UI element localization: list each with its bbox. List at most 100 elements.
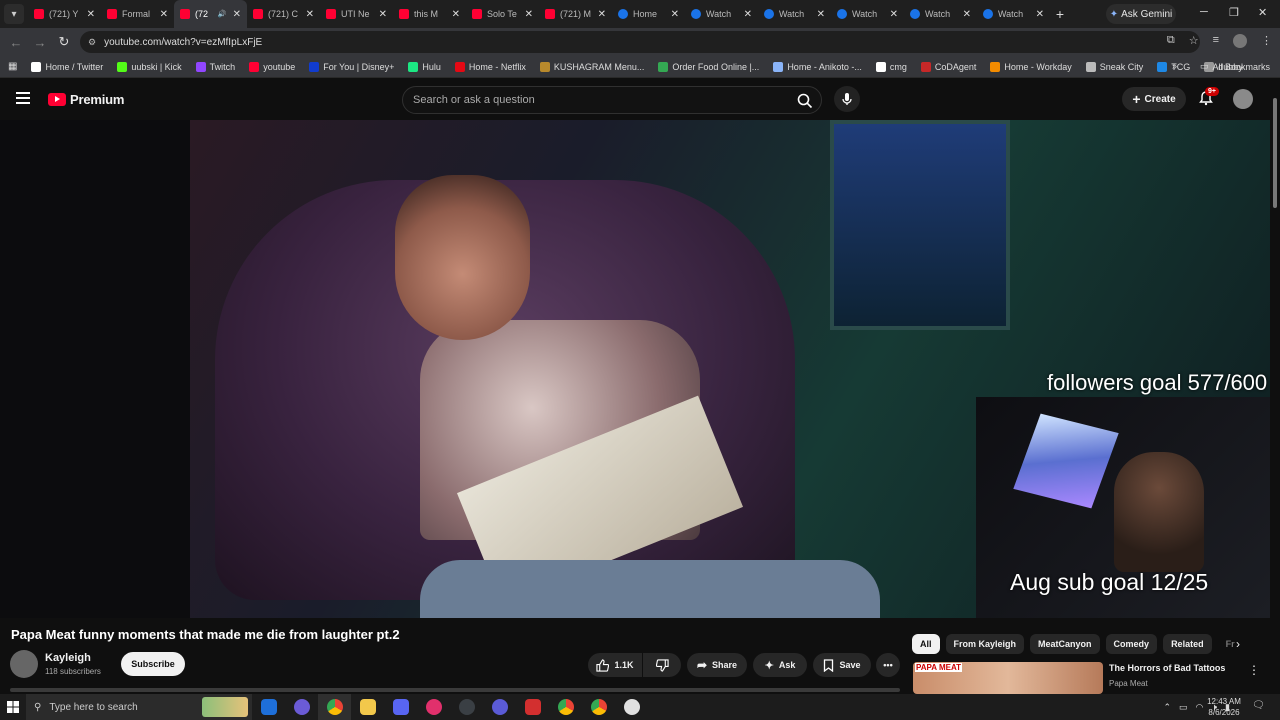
bookmark-item[interactable]: Sneak City xyxy=(1085,61,1143,72)
browser-tab[interactable]: Watch ✕ xyxy=(831,0,904,28)
taskbar-app-2[interactable] xyxy=(285,694,318,720)
notification-center-icon[interactable]: 🗨 xyxy=(1252,700,1265,711)
taskbar-chrome-3[interactable] xyxy=(582,694,615,720)
bookmark-item[interactable]: youtube xyxy=(249,61,295,72)
close-tab-icon[interactable]: ✕ xyxy=(452,9,460,20)
bookmark-item[interactable]: CoDAgent xyxy=(920,61,976,72)
close-tab-icon[interactable]: ✕ xyxy=(963,9,971,20)
like-button[interactable]: 1.1K xyxy=(588,653,642,677)
taskbar-search-input[interactable]: Type here to search xyxy=(49,702,137,713)
start-button[interactable] xyxy=(0,694,26,720)
taskbar-app-6[interactable] xyxy=(417,694,450,720)
more-vertical-icon[interactable]: ⋮ xyxy=(1248,663,1260,677)
progress-bar[interactable] xyxy=(10,688,900,692)
browser-tab[interactable]: (721) C ✕ xyxy=(247,0,320,28)
recommendation-title[interactable]: The Horrors of Bad Tattoos xyxy=(1109,663,1225,673)
search-button[interactable] xyxy=(793,89,817,113)
filter-chip[interactable]: From Kayleigh xyxy=(945,634,1025,654)
browser-tab[interactable]: this M ✕ xyxy=(393,0,466,28)
chevron-up-icon[interactable]: ⌃ xyxy=(1163,702,1171,713)
close-tab-icon[interactable]: ✕ xyxy=(671,9,679,20)
bookmark-item[interactable]: Home / Twitter xyxy=(31,61,103,72)
browser-tab[interactable]: Watch ✕ xyxy=(758,0,831,28)
dislike-button[interactable] xyxy=(643,653,681,677)
restore-icon[interactable]: ❐ xyxy=(1229,6,1239,19)
reload-icon[interactable]: ↻ xyxy=(52,34,76,50)
browser-tab[interactable]: Watch ✕ xyxy=(685,0,758,28)
taskbar-chrome[interactable] xyxy=(318,694,351,720)
recommendation-thumbnail[interactable]: PAPA MEAT xyxy=(913,662,1103,694)
bookmark-item[interactable]: Home - Netflix xyxy=(454,61,526,72)
guide-menu-icon[interactable] xyxy=(16,92,30,104)
share-button[interactable]: ➦ Share xyxy=(687,653,747,677)
close-tab-icon[interactable]: ✕ xyxy=(87,9,95,20)
more-actions-button[interactable]: ••• xyxy=(876,653,900,677)
browser-tab[interactable]: (721) Y ✕ xyxy=(28,0,101,28)
taskbar-app-7[interactable] xyxy=(450,694,483,720)
ask-gemini-button[interactable]: ✦ Ask Gemini xyxy=(1106,4,1176,24)
recommendation-channel[interactable]: Papa Meat xyxy=(1109,679,1148,688)
bookmark-item[interactable]: Order Food Online |... xyxy=(658,61,759,72)
media-controls-icon[interactable]: ≡ xyxy=(1213,34,1219,48)
youtube-premium-logo[interactable]: Premium xyxy=(48,92,124,107)
browser-tab[interactable]: UTI Ne ✕ xyxy=(320,0,393,28)
profile-avatar-icon[interactable] xyxy=(1233,34,1247,48)
bookmark-item[interactable]: uubski | Kick xyxy=(117,61,182,72)
bookmark-item[interactable]: cmg xyxy=(875,61,907,72)
site-info-icon[interactable]: ⚙ xyxy=(88,37,96,48)
bookmark-item[interactable]: Home - Workday xyxy=(990,61,1072,72)
bookmark-item[interactable]: Home - Anikoto -... xyxy=(773,61,862,72)
taskbar-chrome-2[interactable] xyxy=(549,694,582,720)
close-tab-icon[interactable]: ✕ xyxy=(1036,9,1044,20)
bookmark-item[interactable]: For You | Disney+ xyxy=(309,61,394,72)
channel-avatar[interactable] xyxy=(10,650,38,678)
close-tab-icon[interactable]: ✕ xyxy=(379,9,387,20)
taskbar-search[interactable]: ⚲ Type here to search xyxy=(26,694,252,720)
close-tab-icon[interactable]: ✕ xyxy=(598,9,606,20)
bookmark-item[interactable]: KUSHAGRAM Menu... xyxy=(539,61,644,72)
subscribe-button[interactable]: Subscribe xyxy=(121,652,185,676)
all-bookmarks-button[interactable]: ▭ All Bookmarks xyxy=(1200,61,1270,72)
close-tab-icon[interactable]: ✕ xyxy=(744,9,752,20)
close-tab-icon[interactable]: ✕ xyxy=(817,9,825,20)
video-player[interactable]: followers goal 577/600 Aug sub goal 12/2… xyxy=(0,120,1270,618)
tab-audio-icon[interactable]: 🔊 xyxy=(218,10,227,18)
taskbar-clock-app[interactable] xyxy=(615,694,648,720)
taskbar-app-1[interactable] xyxy=(252,694,285,720)
filter-chip[interactable]: MeatCanyon xyxy=(1030,634,1100,654)
filter-chip[interactable]: Comedy xyxy=(1105,634,1158,654)
tab-search-button[interactable]: ▾ xyxy=(4,4,24,24)
network-icon[interactable]: ▭ xyxy=(1179,702,1188,713)
channel-name[interactable]: Kayleigh xyxy=(45,652,91,664)
filter-chip[interactable]: All xyxy=(912,634,940,654)
apps-grid-icon[interactable]: ▦ xyxy=(8,61,17,72)
browser-tab[interactable]: Formal ✕ xyxy=(101,0,174,28)
page-scrollbar[interactable] xyxy=(1270,78,1280,694)
taskbar-app-5[interactable] xyxy=(384,694,417,720)
new-tab-button[interactable]: + xyxy=(1050,6,1070,22)
voice-search-button[interactable] xyxy=(834,86,860,112)
minimize-icon[interactable]: ─ xyxy=(1200,6,1208,18)
back-icon[interactable]: ← xyxy=(4,35,28,50)
close-tab-icon[interactable]: ✕ xyxy=(233,9,241,20)
bookmark-item[interactable]: Twitch xyxy=(195,61,235,72)
close-window-icon[interactable]: ✕ xyxy=(1258,6,1267,19)
bookmark-item[interactable]: Hulu xyxy=(408,61,441,72)
save-button[interactable]: Save xyxy=(813,653,871,677)
close-tab-icon[interactable]: ✕ xyxy=(890,9,898,20)
close-tab-icon[interactable]: ✕ xyxy=(306,9,314,20)
account-avatar[interactable] xyxy=(1233,89,1253,109)
install-app-icon[interactable]: ⧉ xyxy=(1167,34,1175,48)
taskbar-app-8[interactable] xyxy=(483,694,516,720)
search-input[interactable]: Search or ask a question xyxy=(413,94,535,106)
search-box[interactable]: Search or ask a question xyxy=(402,86,822,114)
bookmarks-overflow-icon[interactable]: » xyxy=(1172,61,1177,71)
create-button[interactable]: + Create xyxy=(1122,87,1186,111)
filter-chip[interactable]: Related xyxy=(1163,634,1212,654)
browser-tab[interactable]: Home ✕ xyxy=(612,0,685,28)
close-tab-icon[interactable]: ✕ xyxy=(160,9,168,20)
forward-icon[interactable]: → xyxy=(28,35,52,50)
bookmark-star-icon[interactable]: ☆ xyxy=(1189,34,1199,48)
browser-tab[interactable]: Solo Te ✕ xyxy=(466,0,539,28)
browser-tab[interactable]: (721) M ✕ xyxy=(539,0,612,28)
